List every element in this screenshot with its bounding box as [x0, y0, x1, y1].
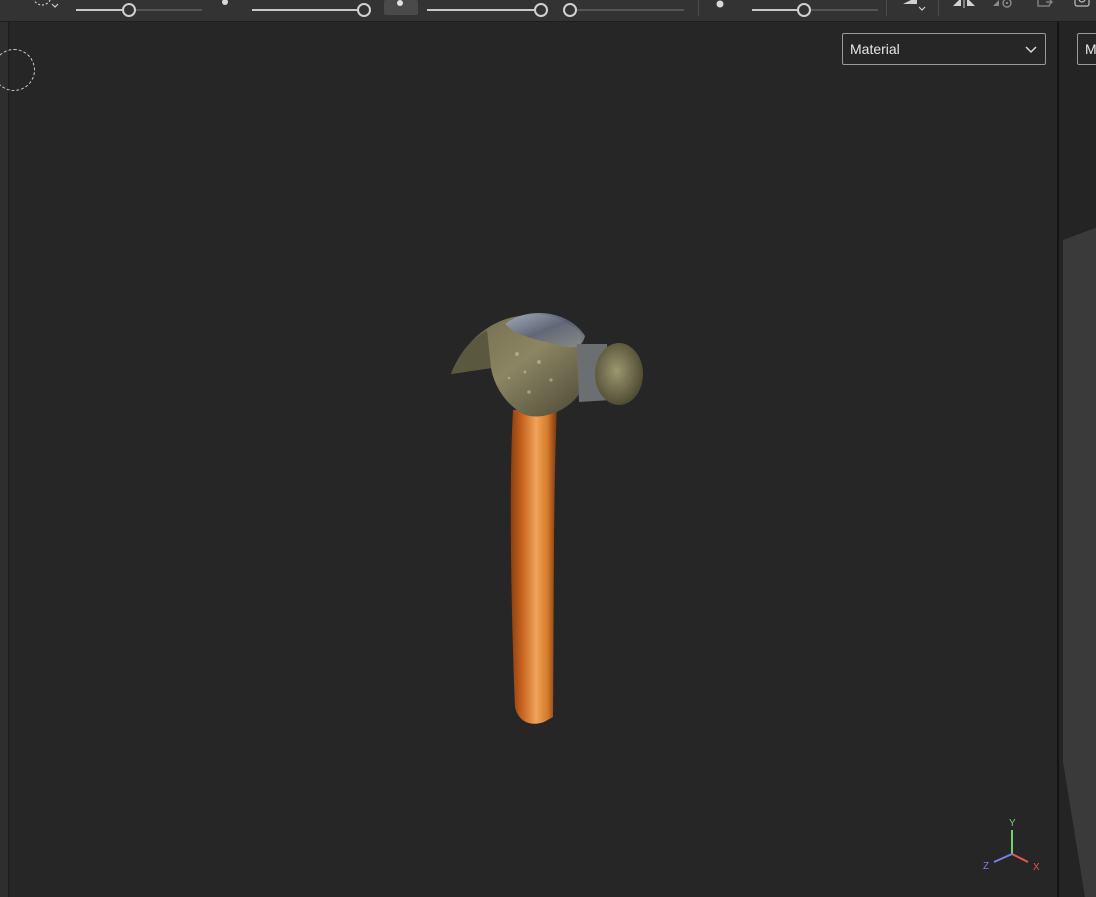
left-toolbar-edge — [0, 22, 9, 897]
app-window: Material Y X Z M — [0, 0, 1096, 897]
settings-icon[interactable] — [991, 0, 1015, 15]
secondary-view-dropdown[interactable]: M — [1077, 33, 1096, 65]
symmetry-icon[interactable] — [951, 0, 977, 15]
y-axis-label: Y — [1009, 818, 1016, 829]
export-icon[interactable] — [1034, 0, 1056, 15]
z-axis-line — [993, 853, 1013, 863]
hammer-3d-model[interactable] — [429, 282, 669, 732]
x-axis-label: X — [1033, 862, 1040, 870]
brush-hardness-slider[interactable] — [252, 3, 371, 17]
shading-mode-value: Material — [850, 41, 900, 57]
brush-spacing-slider[interactable] — [563, 3, 684, 17]
brush-dropdown-icon[interactable] — [32, 0, 66, 21]
x-axis-line — [1011, 853, 1029, 863]
axis-orientation-gizmo: Y X Z — [983, 818, 1040, 870]
dot-icon — [714, 0, 728, 16]
search-icon[interactable] — [1072, 0, 1096, 13]
hammer-striking-face — [595, 343, 643, 405]
brush-strength-slider[interactable] — [427, 3, 548, 17]
brush-mode-icon — [397, 0, 403, 6]
brush-flow-slider[interactable] — [752, 3, 878, 17]
hammer-claw — [451, 330, 491, 374]
brush-cursor-ring — [0, 49, 35, 91]
toolbar-separator — [698, 0, 699, 16]
3d-viewport[interactable]: Material Y X Z — [0, 22, 1057, 897]
secondary-view-value: M — [1085, 41, 1096, 57]
z-axis-label: Z — [983, 861, 989, 870]
brush-size-slider[interactable] — [76, 3, 202, 17]
toolbar-separator — [938, 0, 939, 16]
hammer-handle — [510, 407, 557, 724]
ground-plane-shape — [1063, 227, 1096, 897]
right-secondary-viewport[interactable]: M — [1057, 22, 1096, 897]
tool-options-bar — [0, 0, 1096, 22]
toolbar-separator — [886, 0, 887, 16]
dot-icon — [220, 0, 232, 14]
brush-mode-button[interactable] — [384, 0, 418, 15]
alignment-dropdown-icon[interactable] — [899, 0, 933, 23]
chevron-down-icon — [1025, 46, 1037, 54]
shading-mode-dropdown[interactable]: Material — [842, 33, 1046, 65]
